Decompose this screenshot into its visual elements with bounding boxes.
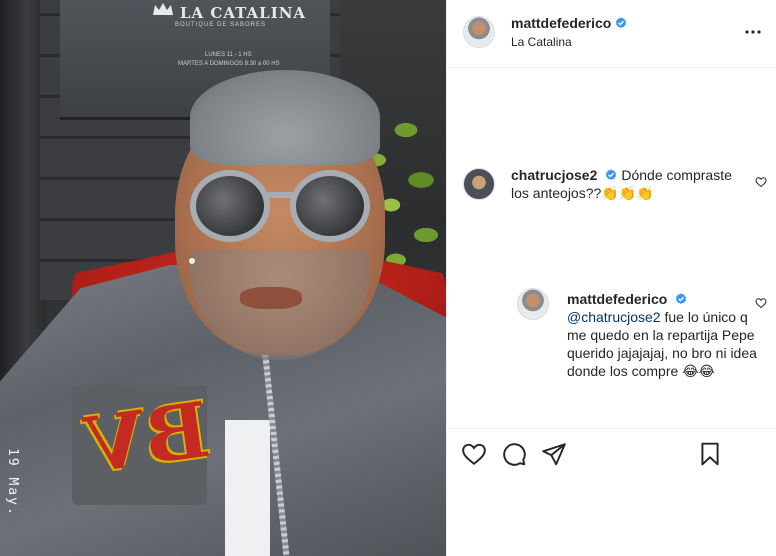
date-stamp: 19 May. — [5, 448, 20, 517]
action-bar — [447, 428, 776, 556]
reply-username[interactable]: mattdefederico — [567, 291, 667, 307]
verified-badge-icon — [676, 293, 687, 305]
post-sidebar: mattdefederico La Catalina chatrucjose2 D… — [446, 0, 776, 556]
comment-like-heart-icon[interactable] — [755, 176, 767, 188]
shop-sign-text: LA CATALINA — [180, 4, 307, 22]
shop-hours-line-1: LUNES 11 - 1 HS — [205, 52, 252, 58]
more-horizontal-icon[interactable] — [741, 20, 765, 44]
comment-icon[interactable] — [501, 441, 527, 467]
clap-emoji: 👏👏👏 — [601, 186, 654, 202]
white-shirt — [225, 420, 270, 556]
share-icon[interactable] — [541, 441, 567, 467]
verified-badge-icon — [606, 169, 617, 181]
heart-icon[interactable] — [461, 441, 487, 467]
earring — [189, 258, 195, 264]
post-header: mattdefederico La Catalina — [447, 0, 776, 68]
reply-mention-link[interactable]: @chatrucjose2 — [567, 309, 661, 325]
laughing-emoji: 😂😂 — [682, 364, 715, 380]
left-lens — [190, 170, 270, 242]
comment-username[interactable]: chatrucjose2 — [511, 167, 597, 183]
right-lens — [290, 170, 370, 242]
jacket-patch: BV — [72, 385, 215, 505]
lips — [240, 287, 302, 309]
reply-like-heart-icon[interactable] — [755, 297, 767, 309]
shop-hours-line-2: MARTES A DOMINGOS 8:30 a 00 HS — [178, 61, 280, 67]
sunglasses — [190, 170, 375, 250]
bookmark-icon[interactable] — [697, 441, 723, 467]
post-photo[interactable]: LA CATALINA BOUTIQUE DE SABORES LUNES 11… — [0, 0, 446, 556]
patch-letters: BV — [80, 384, 215, 491]
reply-comment: mattdefederico @chatrucjose2 fue lo únic… — [567, 290, 757, 381]
shop-subtitle: BOUTIQUE DE SABORES — [175, 22, 267, 28]
verified-badge-icon — [616, 17, 627, 29]
crown-icon — [153, 3, 173, 15]
comment: chatrucjose2 Dónde compraste los anteojos… — [511, 166, 751, 203]
author-avatar[interactable] — [463, 16, 495, 48]
author-line: mattdefederico — [511, 15, 627, 33]
reply-avatar[interactable] — [517, 288, 549, 320]
post-location[interactable]: La Catalina — [511, 35, 572, 49]
author-username[interactable]: mattdefederico — [511, 15, 611, 31]
commenter-avatar[interactable] — [463, 168, 495, 200]
hair — [190, 70, 380, 165]
